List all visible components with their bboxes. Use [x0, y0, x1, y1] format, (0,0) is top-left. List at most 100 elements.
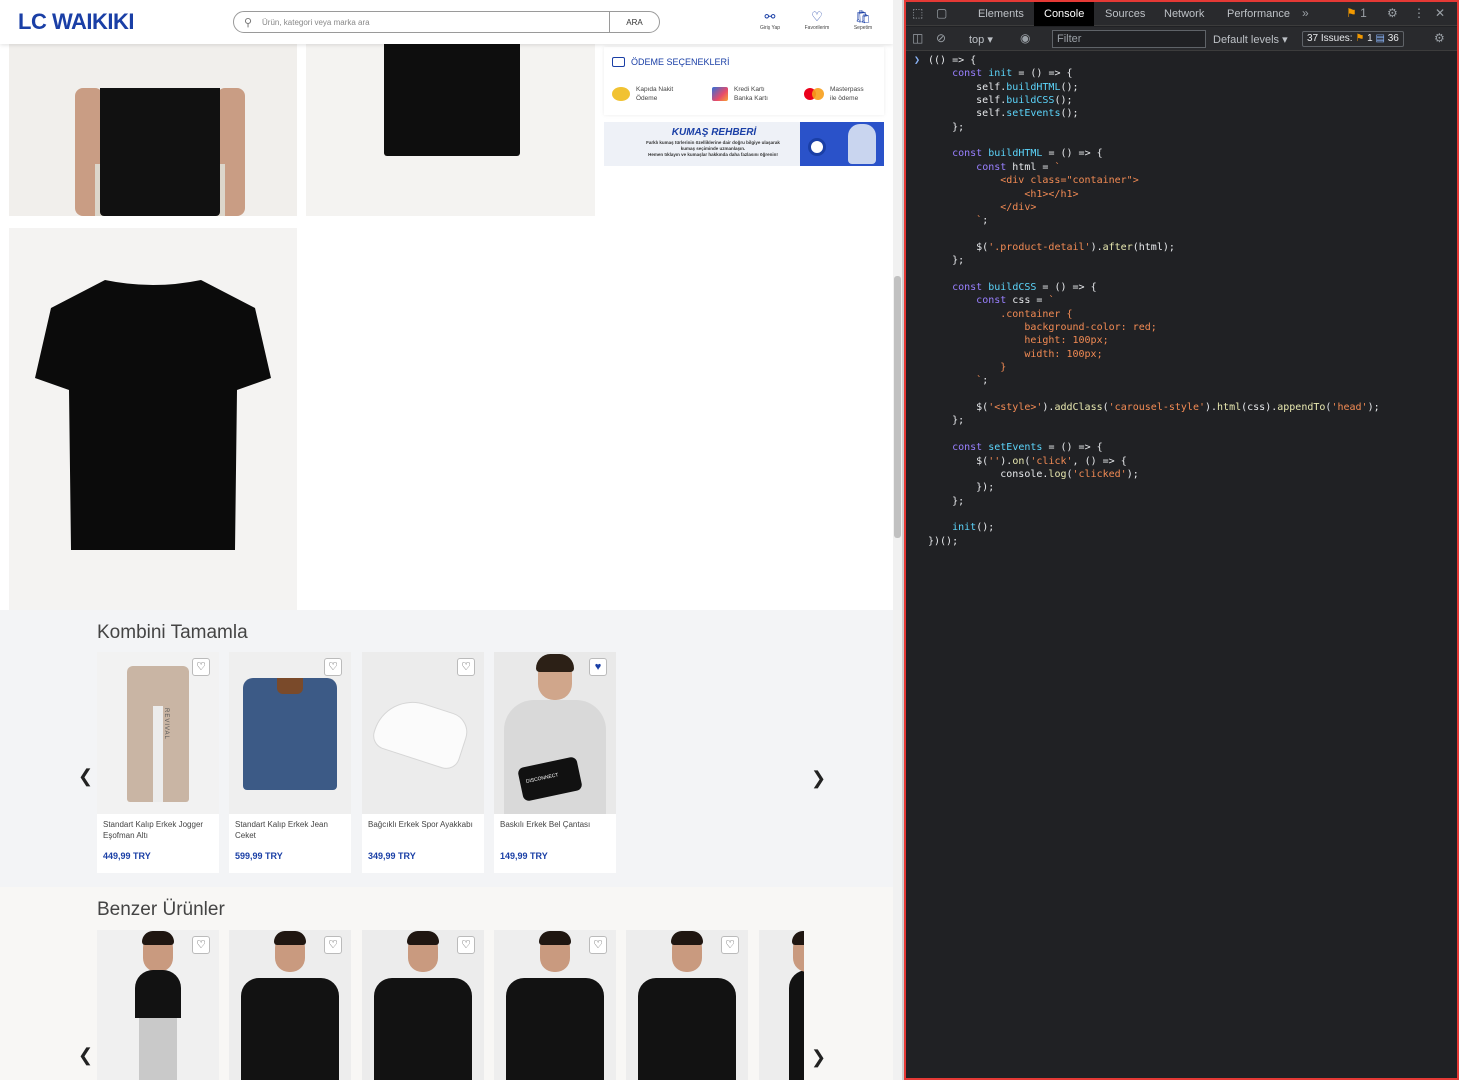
console-code-line: </div> — [928, 201, 1037, 213]
devtools-tabbar: ⬚ ▢ Elements Console Sources Network Per… — [906, 2, 1457, 26]
context-selector[interactable]: top ▾ — [969, 33, 993, 46]
payment-option-card: Kredi Kartı Banka Kartı — [712, 85, 768, 103]
lcw-logo[interactable]: LC WAIKIKI — [18, 9, 135, 35]
device-toolbar-icon[interactable]: ▢ — [936, 6, 947, 20]
product-card[interactable]: ♡ — [362, 930, 484, 1080]
favorite-heart-icon[interactable]: ♡ — [192, 658, 210, 676]
console-code-line: height: 100px; — [928, 335, 1109, 347]
console-code-line: const init = () => { — [952, 68, 1073, 80]
product-image-flat-front[interactable] — [306, 44, 595, 216]
console-code-line: const buildHTML = () => { — [952, 148, 1103, 160]
more-tabs-chevron-icon[interactable]: » — [1302, 6, 1309, 20]
jogger-illustration — [127, 666, 189, 802]
product-card[interactable]: ♡ — [97, 930, 219, 1080]
product-card[interactable]: REVIVAL ♡ Standart Kalıp Erkek Jogger Eş… — [97, 652, 219, 873]
clear-console-icon[interactable]: ⊘ — [936, 31, 946, 45]
carousel-next-arrow[interactable]: ❯ — [811, 768, 826, 789]
carousel-prev-arrow[interactable]: ❮ — [78, 1045, 93, 1066]
payment-title-text: ÖDEME SEÇENEKLERİ — [631, 57, 730, 67]
scrollbar-thumb[interactable] — [894, 276, 901, 538]
bag-icon: 🛍 — [854, 9, 872, 24]
product-card[interactable]: ♡ — [229, 930, 351, 1080]
tab-console[interactable]: Console — [1034, 2, 1095, 26]
console-filter-input[interactable]: Filter — [1052, 30, 1206, 48]
banner-text: Farklı kumaş türlerinin özelliklerine da… — [618, 140, 808, 158]
favorite-heart-icon[interactable]: ♡ — [457, 936, 475, 954]
page-scrollbar[interactable] — [893, 0, 902, 1080]
issues-label: 37 Issues: — [1307, 33, 1353, 44]
issues-warning-icon: ⚑ — [1355, 33, 1365, 44]
favorites-button[interactable]: ♡ Favorilerim — [797, 10, 837, 31]
payment-options-panel: ÖDEME SEÇENEKLERİ Kapıda Nakit Ödeme Kred… — [604, 47, 884, 115]
product-image[interactable] — [229, 652, 351, 814]
close-devtools-icon[interactable]: ✕ — [1435, 6, 1445, 20]
favorite-heart-icon[interactable]: ♡ — [324, 658, 342, 676]
model-head — [671, 931, 703, 972]
console-code-line: }); — [928, 482, 995, 494]
login-button[interactable]: ⚯ Giriş Yap — [750, 10, 790, 31]
issues-counter[interactable]: 37 Issues: ⚑ 1 ▤ 36 — [1302, 31, 1404, 47]
product-name[interactable]: Standart Kalıp Erkek Jean Ceket — [235, 819, 347, 841]
payment-option-line1: Masterpass — [830, 86, 864, 93]
issues-warning-count: 1 — [1367, 33, 1373, 44]
banner-text-line: kumaş seçiminde uzmanlaşın. — [680, 146, 746, 151]
banner-text-line: Farklı kumaş türlerinin özelliklerine da… — [646, 140, 780, 145]
tab-network[interactable]: Network — [1164, 2, 1204, 26]
console-code-line: const buildCSS = () => { — [952, 281, 1097, 293]
inspect-element-icon[interactable]: ⬚ — [912, 6, 923, 20]
console-code-line: <div class="container"> — [928, 175, 1139, 187]
product-card[interactable]: ♡ Bağcıklı Erkek Spor Ayakkabı 349,99 TR… — [362, 652, 484, 873]
issues-info-icon: ▤ — [1375, 33, 1385, 44]
product-card[interactable]: DISCONNECT ♥ Baskılı Erkek Bel Çantası 1… — [494, 652, 616, 873]
favorite-heart-icon[interactable]: ♡ — [721, 936, 739, 954]
product-image[interactable]: REVIVAL — [97, 652, 219, 814]
model-tshirt — [506, 978, 604, 1080]
model-head — [274, 931, 306, 972]
issues-info-count: 36 — [1387, 33, 1399, 44]
favorite-heart-icon[interactable]: ♡ — [324, 936, 342, 954]
log-levels-dropdown[interactable]: Default levels ▾ — [1213, 33, 1288, 46]
product-image[interactable] — [362, 652, 484, 814]
live-expression-eye-icon[interactable]: ◉ — [1020, 31, 1030, 45]
favorite-heart-icon[interactable]: ♡ — [589, 936, 607, 954]
product-card[interactable]: ♡ — [626, 930, 748, 1080]
console-code-line: const css = ` — [976, 295, 1055, 307]
model-tshirt — [241, 978, 339, 1080]
console-code-line: }; — [928, 495, 965, 507]
product-card[interactable]: ♡ Standart Kalıp Erkek Jean Ceket 599,99… — [229, 652, 351, 873]
console-settings-gear-icon[interactable]: ⚙ — [1434, 31, 1445, 45]
tab-sources[interactable]: Sources — [1105, 2, 1145, 26]
product-card-partial[interactable] — [759, 930, 804, 1080]
search-button[interactable]: ARA — [609, 12, 659, 32]
favorite-heart-icon[interactable]: ♡ — [457, 658, 475, 676]
product-image[interactable]: DISCONNECT — [494, 652, 616, 814]
tab-elements[interactable]: Elements — [978, 2, 1024, 26]
product-image-flat-back[interactable] — [9, 228, 297, 610]
search-input[interactable]: Ürün, kategori veya marka ara — [262, 18, 609, 27]
favorite-heart-filled-icon[interactable]: ♥ — [589, 658, 607, 676]
carousel-prev-arrow[interactable]: ❮ — [78, 766, 93, 787]
product-name[interactable]: Baskılı Erkek Bel Çantası — [500, 819, 612, 830]
similar-products-section: Benzer Ürünler ❮ ❯ ♡ ♡ ♡ ♡ ♡ — [0, 887, 893, 1080]
product-name[interactable]: Standart Kalıp Erkek Jogger Eşofman Altı — [103, 819, 215, 841]
sidebar-toggle-icon[interactable]: ◫ — [912, 31, 923, 45]
coins-icon — [612, 87, 630, 101]
fabric-guide-banner[interactable]: KUMAŞ REHBERİ Farklı kumaş türlerinin öz… — [604, 122, 884, 166]
section-title: Kombini Tamamla — [97, 622, 248, 643]
product-card[interactable]: ♡ — [494, 930, 616, 1080]
settings-gear-icon[interactable]: ⚙ — [1387, 6, 1398, 20]
product-image[interactable] — [759, 930, 804, 1080]
sneaker-illustration — [369, 691, 473, 773]
console-code-line: const setEvents = () => { — [952, 442, 1103, 454]
search-bar[interactable]: ⚲ Ürün, kategori veya marka ara ARA — [233, 11, 660, 33]
product-image-back-model[interactable] — [9, 44, 297, 216]
cart-button[interactable]: 🛍 Sepetim — [843, 10, 883, 31]
favorite-heart-icon[interactable]: ♡ — [192, 936, 210, 954]
tab-performance[interactable]: Performance — [1227, 2, 1290, 26]
payment-title: ÖDEME SEÇENEKLERİ — [612, 57, 730, 67]
more-options-icon[interactable]: ⋮ — [1413, 6, 1425, 20]
carousel-next-arrow[interactable]: ❯ — [811, 1047, 826, 1068]
banner-button-icon — [808, 138, 826, 156]
warning-badge-icon[interactable]: ⚑ 1 — [1346, 6, 1367, 20]
product-name[interactable]: Bağcıklı Erkek Spor Ayakkabı — [368, 819, 480, 830]
